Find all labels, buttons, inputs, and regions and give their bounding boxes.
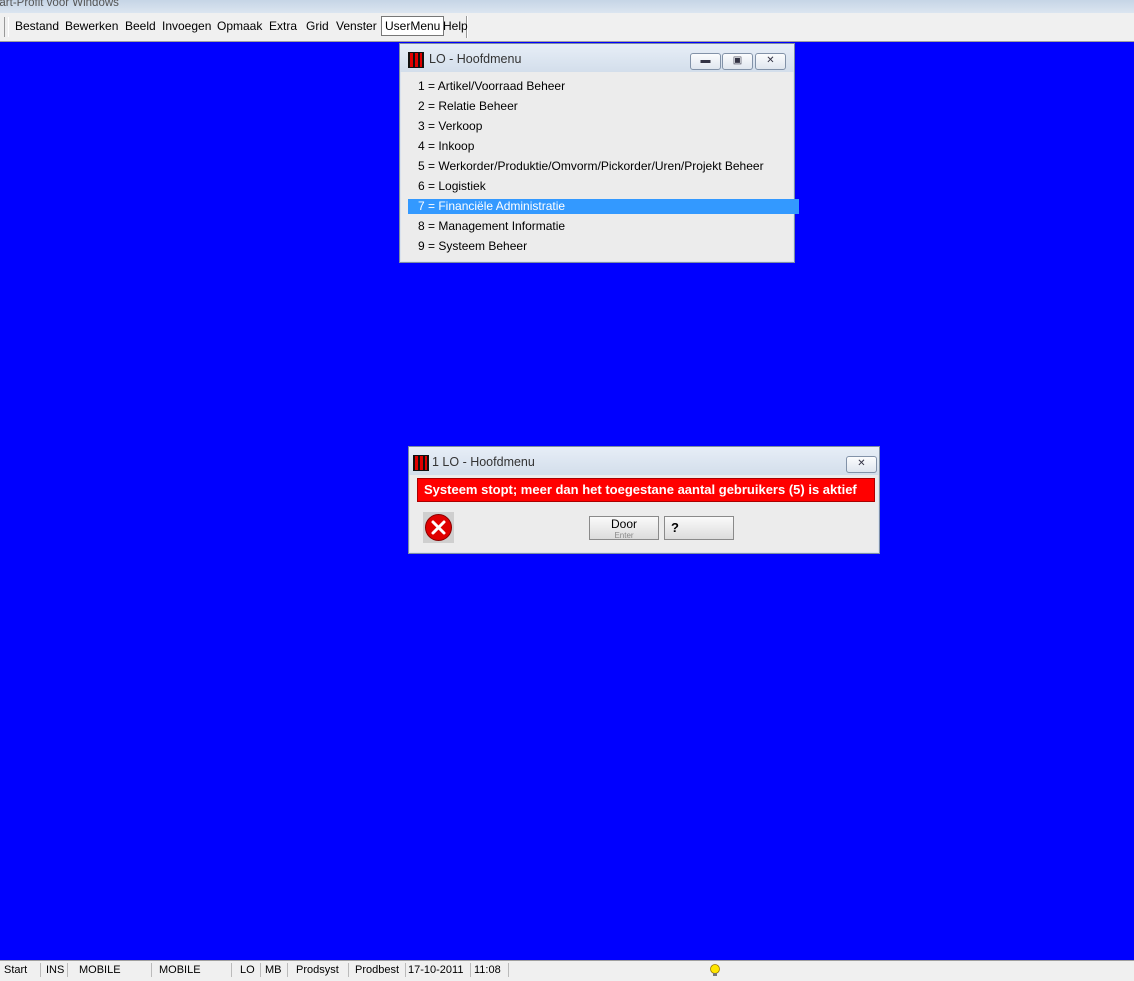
menu-bestand[interactable]: Bestand <box>15 19 59 33</box>
menu-opmaak[interactable]: Opmaak <box>217 19 262 33</box>
menu-item-systeem[interactable]: 9 = Systeem Beheer <box>408 239 799 254</box>
status-lo: LO <box>236 963 261 977</box>
menu-extra[interactable]: Extra <box>269 19 297 33</box>
menu-item-werkorder[interactable]: 5 = Werkorder/Produktie/Omvorm/Pickorder… <box>408 159 799 174</box>
lightbulb-icon[interactable] <box>708 963 722 977</box>
menu-venster[interactable]: Venster <box>336 19 377 33</box>
error-dialog: 1 LO - Hoofdmenu ✕ Systeem stopt; meer d… <box>408 446 880 554</box>
menu-help[interactable]: Help <box>443 19 468 33</box>
menu-item-financieel[interactable]: 7 = Financiële Administratie <box>408 199 799 214</box>
menubar: Bestand Bewerken Beeld Invoegen Opmaak E… <box>0 13 1134 42</box>
close-button[interactable]: ✕ <box>755 53 786 70</box>
main-menu-title: LO - Hoofdmenu <box>429 52 522 66</box>
error-icon <box>423 512 454 543</box>
status-mobile-1: MOBILE <box>75 963 152 977</box>
status-start[interactable]: Start <box>0 963 41 977</box>
menu-usermenu[interactable]: UserMenu <box>381 16 445 36</box>
error-message: Systeem stopt; meer dan het toegestane a… <box>417 478 875 502</box>
status-prodbest: Prodbest <box>351 963 406 977</box>
restore-button[interactable]: ▣ <box>722 53 753 70</box>
minimize-icon: ▬ <box>700 55 711 66</box>
status-mobile-2: MOBILE <box>155 963 232 977</box>
menu-item-management[interactable]: 8 = Management Informatie <box>408 219 799 234</box>
menu-grid[interactable]: Grid <box>306 19 329 33</box>
door-button-label: Door <box>610 517 637 531</box>
main-menu-titlebar[interactable]: LO - Hoofdmenu ▬ ▣ ✕ <box>400 44 794 72</box>
app-logo-icon <box>413 455 429 471</box>
close-icon: ✕ <box>857 458 866 469</box>
menu-item-relatie[interactable]: 2 = Relatie Beheer <box>408 99 799 114</box>
app-title-bar: eart-Profit voor Windows <box>0 0 1134 13</box>
status-time: 11:08 <box>470 963 509 977</box>
close-icon: ✕ <box>766 55 775 66</box>
menubar-grip[interactable] <box>4 17 9 37</box>
error-dialog-title: 1 LO - Hoofdmenu <box>432 455 535 469</box>
menu-item-artikel[interactable]: 1 = Artikel/Voorraad Beheer <box>408 79 799 94</box>
question-icon: ? <box>671 520 679 535</box>
menu-item-verkoop[interactable]: 3 = Verkoop <box>408 119 799 134</box>
menu-item-logistiek[interactable]: 6 = Logistiek <box>408 179 799 194</box>
help-button[interactable]: ? <box>664 516 734 540</box>
menu-beeld[interactable]: Beeld <box>125 19 156 33</box>
menu-item-inkoop[interactable]: 4 = Inkoop <box>408 139 799 154</box>
door-button-hint: Enter <box>614 531 634 540</box>
status-ins: INS <box>42 963 68 977</box>
app-title: eart-Profit voor Windows <box>0 0 119 9</box>
statusbar: Start INS MOBILE MOBILE LO MB Prodsyst P… <box>0 960 1134 981</box>
menu-invoegen[interactable]: Invoegen <box>162 19 211 33</box>
app-logo-icon <box>408 52 424 68</box>
restore-icon: ▣ <box>732 55 743 66</box>
status-mb: MB <box>261 963 288 977</box>
status-prodsyst: Prodsyst <box>292 963 349 977</box>
error-dialog-titlebar[interactable]: 1 LO - Hoofdmenu ✕ <box>409 447 879 475</box>
dialog-close-button[interactable]: ✕ <box>846 456 877 473</box>
main-menu-window: LO - Hoofdmenu ▬ ▣ ✕ 1 = Artikel/Voorraa… <box>399 43 799 263</box>
door-button[interactable]: Door Enter <box>589 516 659 540</box>
status-date: 17-10-2011 <box>404 963 471 977</box>
minimize-button[interactable]: ▬ <box>690 53 721 70</box>
menu-bewerken[interactable]: Bewerken <box>65 19 118 33</box>
